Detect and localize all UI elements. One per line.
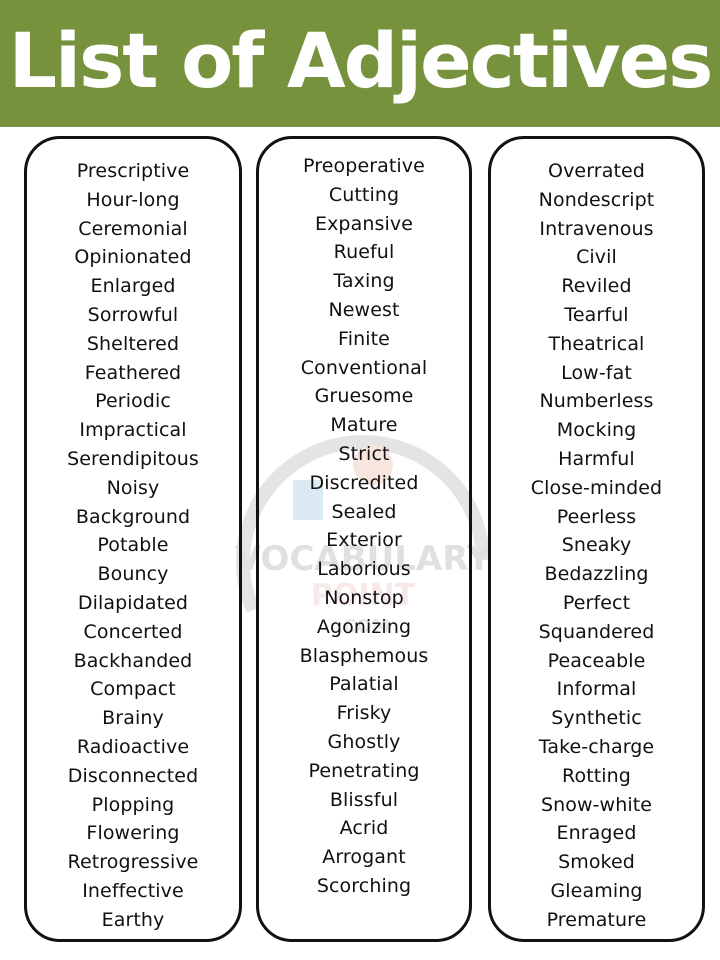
adjective-item: Background (75, 505, 191, 528)
page-title: List of Adjectives (8, 16, 714, 105)
adjective-item: Earthy (101, 908, 165, 931)
adjective-item: Serendipitous (67, 447, 199, 470)
adjective-item: Strict (338, 442, 390, 465)
adjective-item: Penetrating (308, 759, 420, 782)
adjective-item: Agonizing (316, 615, 412, 638)
adjective-item: Close-minded (530, 476, 663, 499)
adjective-item: Ghostly (327, 730, 401, 753)
adjective-item: Gruesome (314, 385, 414, 408)
adjective-item: Radioactive (76, 735, 190, 758)
adjective-item: Sealed (331, 500, 397, 523)
adjective-item: Prescriptive (76, 160, 190, 182)
adjective-item: Palatial (329, 673, 399, 696)
word-column-2: Preoperative Cutting Expansive Rueful Taxing… (256, 136, 472, 942)
adjective-item: Disconnected (67, 764, 199, 787)
adjective-item: Brainy (102, 707, 164, 730)
adjective-item: Overrated (548, 160, 645, 182)
adjective-item: Taxing (333, 270, 395, 293)
adjective-item: Theatrical (548, 332, 645, 355)
adjective-item: Periodic (95, 390, 171, 413)
adjective-item: Compact (90, 678, 176, 701)
adjective-item: Informal (556, 678, 637, 701)
adjective-item: Snow-white (540, 793, 653, 816)
adjective-item: Flowering (86, 822, 180, 845)
adjective-item: Sneaky (561, 534, 632, 557)
adjective-item: Preoperative (303, 155, 425, 177)
adjective-item: Feathered (84, 361, 182, 384)
adjective-item: Enlarged (90, 275, 176, 298)
adjective-item: Newest (328, 298, 400, 321)
word-list: Overrated Nondescript Intravenous Civil Revi… (491, 157, 702, 935)
word-list: Prescriptive Hour-long Ceremonial Opinionat… (27, 157, 239, 935)
adjective-item: Acrid (339, 817, 389, 840)
adjective-item: Perfect (562, 591, 631, 614)
adjective-item: Laborious (317, 558, 411, 581)
adjective-item: Bedazzling (544, 563, 649, 586)
adjective-item: Noisy (106, 476, 160, 499)
adjective-item: Arrogant (322, 846, 406, 869)
adjective-item: Sorrowful (87, 303, 179, 326)
adjective-item: Nonstop (324, 586, 404, 609)
adjective-item: Potable (97, 534, 169, 557)
adjective-item: Frisky (336, 702, 392, 725)
adjective-item: Ineffective (82, 879, 184, 902)
adjective-item: Enraged (556, 822, 637, 845)
adjective-item: Hour-long (86, 188, 180, 211)
adjective-item: Civil (576, 246, 617, 269)
adjective-item: Peerless (556, 505, 637, 528)
adjective-item: Ceremonial (78, 217, 188, 240)
adjective-item: Backhanded (73, 649, 193, 672)
adjective-item: Blissful (329, 788, 399, 811)
adjective-item: Conventional (300, 356, 428, 379)
adjective-item: Bouncy (97, 563, 169, 586)
adjective-item: Finite (338, 327, 390, 350)
adjective-item: Exterior (326, 529, 402, 552)
adjective-item: Tearful (564, 303, 629, 326)
adjective-item: Smoked (558, 851, 635, 874)
adjective-item: Blasphemous (299, 644, 429, 667)
adjective-item: Peaceable (547, 649, 646, 672)
word-column-1: Prescriptive Hour-long Ceremonial Opinionat… (24, 136, 242, 942)
adjective-item: Mature (330, 414, 398, 437)
adjective-item: Take-charge (538, 735, 655, 758)
adjective-item: Intravenous (539, 217, 654, 240)
adjective-item: Mocking (556, 419, 637, 442)
adjective-item: Nondescript (538, 188, 655, 211)
adjective-item: Scorching (316, 874, 412, 897)
adjective-item: Expansive (314, 212, 413, 235)
adjective-item: Reviled (561, 275, 632, 298)
word-column-3: Overrated Nondescript Intravenous Civil Revi… (488, 136, 705, 942)
adjective-item: Synthetic (551, 707, 642, 730)
adjective-item: Dilapidated (77, 591, 189, 614)
adjective-item: Opinionated (74, 246, 192, 269)
adjective-item: Low-fat (561, 361, 632, 384)
adjective-item: Retrogressive (67, 851, 199, 874)
adjective-item: Plopping (91, 793, 175, 816)
title-banner: List of Adjectives (0, 0, 720, 127)
adjective-item: Impractical (79, 419, 187, 442)
adjective-item: Cutting (328, 183, 400, 206)
adjective-item: Gleaming (550, 879, 643, 902)
adjective-item: Discredited (309, 471, 419, 494)
adjective-item: Squandered (538, 620, 655, 643)
adjective-item: Premature (546, 908, 647, 931)
adjective-item: Numberless (539, 390, 654, 413)
adjective-item: Sheltered (86, 332, 180, 355)
adjective-item: Rotting (562, 764, 631, 787)
adjective-item: Rueful (333, 241, 395, 264)
adjective-item: Harmful (558, 447, 635, 470)
word-list: Preoperative Cutting Expansive Rueful Taxing… (259, 152, 469, 901)
adjective-item: Concerted (83, 620, 183, 643)
